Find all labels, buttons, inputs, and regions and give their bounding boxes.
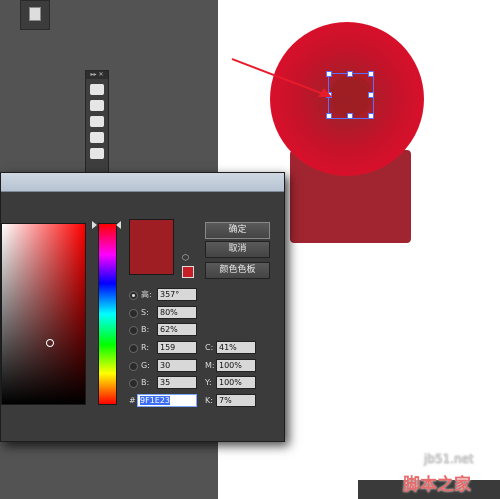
saturation-radio[interactable]	[129, 309, 138, 318]
yellow-label: Y:	[205, 378, 212, 387]
pen-tool-icon[interactable]	[90, 100, 104, 111]
hex-row: # 9F1E23	[129, 394, 209, 407]
hue-label: 高:	[141, 290, 152, 299]
blue-label: B:	[141, 378, 150, 387]
color-field[interactable]	[1, 223, 86, 405]
magenta-field[interactable]: 100%	[216, 359, 256, 372]
arrow-pointer	[231, 58, 332, 97]
red-field[interactable]: 159	[157, 341, 197, 354]
brightness-field[interactable]: 62%	[157, 323, 197, 336]
black-row: K: 7%	[205, 394, 265, 407]
ok-button[interactable]: 确定	[205, 222, 270, 239]
hex-value: 9F1E23	[140, 396, 171, 405]
cyan-field[interactable]: 41%	[216, 341, 256, 354]
selection-tool-icon[interactable]	[90, 84, 104, 95]
watermark-name: 脚本之家	[403, 475, 471, 495]
selection-handle[interactable]	[326, 113, 332, 119]
green-field[interactable]: 30	[157, 359, 197, 372]
gamut-warning-icon[interactable]: ⬡	[182, 254, 190, 262]
red-row: R: 159	[129, 341, 209, 354]
saturation-field[interactable]: 80%	[157, 306, 197, 319]
blue-row: B: 35	[129, 376, 209, 389]
hex-field[interactable]: 9F1E23	[137, 394, 197, 407]
selection-handle[interactable]	[368, 71, 374, 77]
brightness-label: B:	[141, 325, 150, 334]
dialog-title-bar[interactable]	[1, 173, 284, 192]
green-label: G:	[141, 361, 150, 370]
red-label: R:	[141, 343, 150, 352]
blue-radio[interactable]	[129, 379, 138, 388]
cancel-button[interactable]: 取消	[205, 241, 270, 258]
paint-bucket-icon[interactable]	[90, 132, 104, 143]
selection-handle[interactable]	[347, 113, 353, 119]
hue-slider[interactable]	[98, 223, 117, 405]
tools-panel-header[interactable]: ▸▸ ✕	[86, 71, 108, 79]
selection-handle[interactable]	[368, 92, 374, 98]
saturation-row: S: 80%	[129, 306, 209, 319]
black-field[interactable]: 7%	[216, 394, 256, 407]
saturation-label: S:	[141, 308, 149, 317]
hue-slider-right-marker[interactable]	[116, 221, 121, 229]
black-label: K:	[205, 396, 213, 405]
hue-row: 高: 357°	[129, 288, 209, 301]
color-swatches-button[interactable]: 颜色色板	[205, 262, 270, 279]
yellow-field[interactable]: 100%	[216, 376, 256, 389]
green-radio[interactable]	[129, 362, 138, 371]
blue-field[interactable]: 35	[157, 376, 197, 389]
hue-slider-left-marker[interactable]	[92, 221, 97, 229]
magenta-row: M: 100%	[205, 359, 265, 372]
green-row: G: 30	[129, 359, 209, 372]
type-tool-icon[interactable]	[90, 116, 104, 127]
hex-label: #	[129, 396, 136, 405]
color-picker-dialog: ⬡ 确定 取消 颜色色板 高: 357° S: 80% B: 62% R: 15…	[0, 172, 285, 442]
tools-panel[interactable]: ▸▸ ✕	[85, 70, 109, 177]
brightness-row: B: 62%	[129, 323, 209, 336]
hue-field[interactable]: 357°	[157, 288, 197, 301]
watermark-site: jb51.net	[424, 452, 474, 466]
selection-handle[interactable]	[368, 113, 374, 119]
color-field-cursor[interactable]	[46, 339, 54, 347]
cyan-label: C:	[205, 343, 214, 352]
current-color-swatch	[129, 219, 174, 275]
collapsed-panel[interactable]	[20, 0, 50, 30]
brightness-radio[interactable]	[129, 326, 138, 335]
red-radio[interactable]	[129, 344, 138, 353]
panel-icon	[29, 7, 41, 21]
cyan-row: C: 41%	[205, 341, 265, 354]
gamut-color-chip[interactable]	[182, 266, 194, 278]
hue-radio[interactable]	[129, 291, 138, 300]
yellow-row: Y: 100%	[205, 376, 265, 389]
tool-icon[interactable]	[90, 148, 104, 159]
magenta-label: M:	[205, 361, 215, 370]
